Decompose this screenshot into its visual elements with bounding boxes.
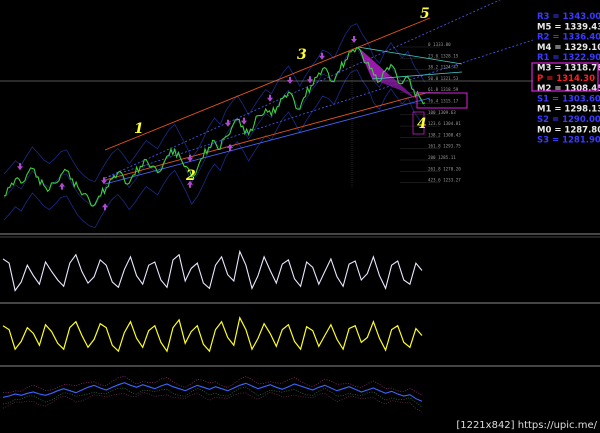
fib-level-label: 100 1309.63 [428, 110, 456, 115]
pivot-level-12: S3 = 1281.90 [537, 136, 600, 146]
chart-canvas: 0 1333.80 23.6 1328.15 38.2 1324.47 50.0 13… [0, 0, 600, 433]
fib-level-label: 61.8 1318.59 [428, 87, 459, 92]
pivot-level-4: R1 = 1322.90 [537, 53, 600, 63]
pivot-levels-panel: R3 = 1343.00M5 = 1339.43R2 = 1336.40M4 =… [537, 12, 600, 146]
fib-level-label: 50.0 1321.53 [428, 76, 459, 81]
pivot-level-7: M2 = 1308.45 [537, 84, 600, 94]
fib-level-label: 38.2 1324.47 [428, 65, 459, 70]
wave-label-5: 5 [420, 6, 430, 22]
fib-level-label: 0 1333.80 [428, 42, 451, 47]
fib-level-label: 200 1285.11 [428, 155, 456, 160]
pivot-level-11: M0 = 1287.80 [537, 125, 600, 135]
fib-level-label: 261.8 1270.20 [428, 166, 461, 171]
pivot-level-8: S1 = 1303.60 [537, 94, 600, 104]
pivot-level-6: P = 1314.30 [537, 74, 595, 84]
pivot-level-1: M5 = 1339.43 [537, 22, 600, 32]
wave-label-1: 1 [134, 121, 144, 137]
pivot-level-5: M3 = 1318.78 [537, 64, 600, 74]
pivot-level-10: S2 = 1290.00 [537, 115, 600, 125]
wave-label-2: 2 [185, 168, 196, 184]
pivot-level-2: R2 = 1336.40 [537, 33, 600, 43]
background [0, 0, 600, 433]
fib-level-label: 138.2 1300.43 [428, 132, 461, 137]
fib-level-label: 23.6 1328.15 [428, 53, 459, 58]
fib-level-label: 76.4 1315.17 [428, 99, 459, 104]
wave-label-4: 4 [417, 116, 427, 132]
watermark: [1221x842] https://upic.me/ [456, 420, 597, 431]
wave-label-3: 3 [297, 47, 307, 63]
fib-level-label: 423.6 1233.27 [428, 178, 461, 183]
pivot-level-9: M1 = 1298.13 [537, 105, 600, 115]
pivot-level-3: M4 = 1329.10 [537, 43, 600, 53]
fib-level-label: 123.6 1304.81 [428, 121, 461, 126]
fib-level-label: 161.8 1293.75 [428, 144, 461, 149]
pivot-level-0: R3 = 1343.00 [537, 12, 600, 22]
